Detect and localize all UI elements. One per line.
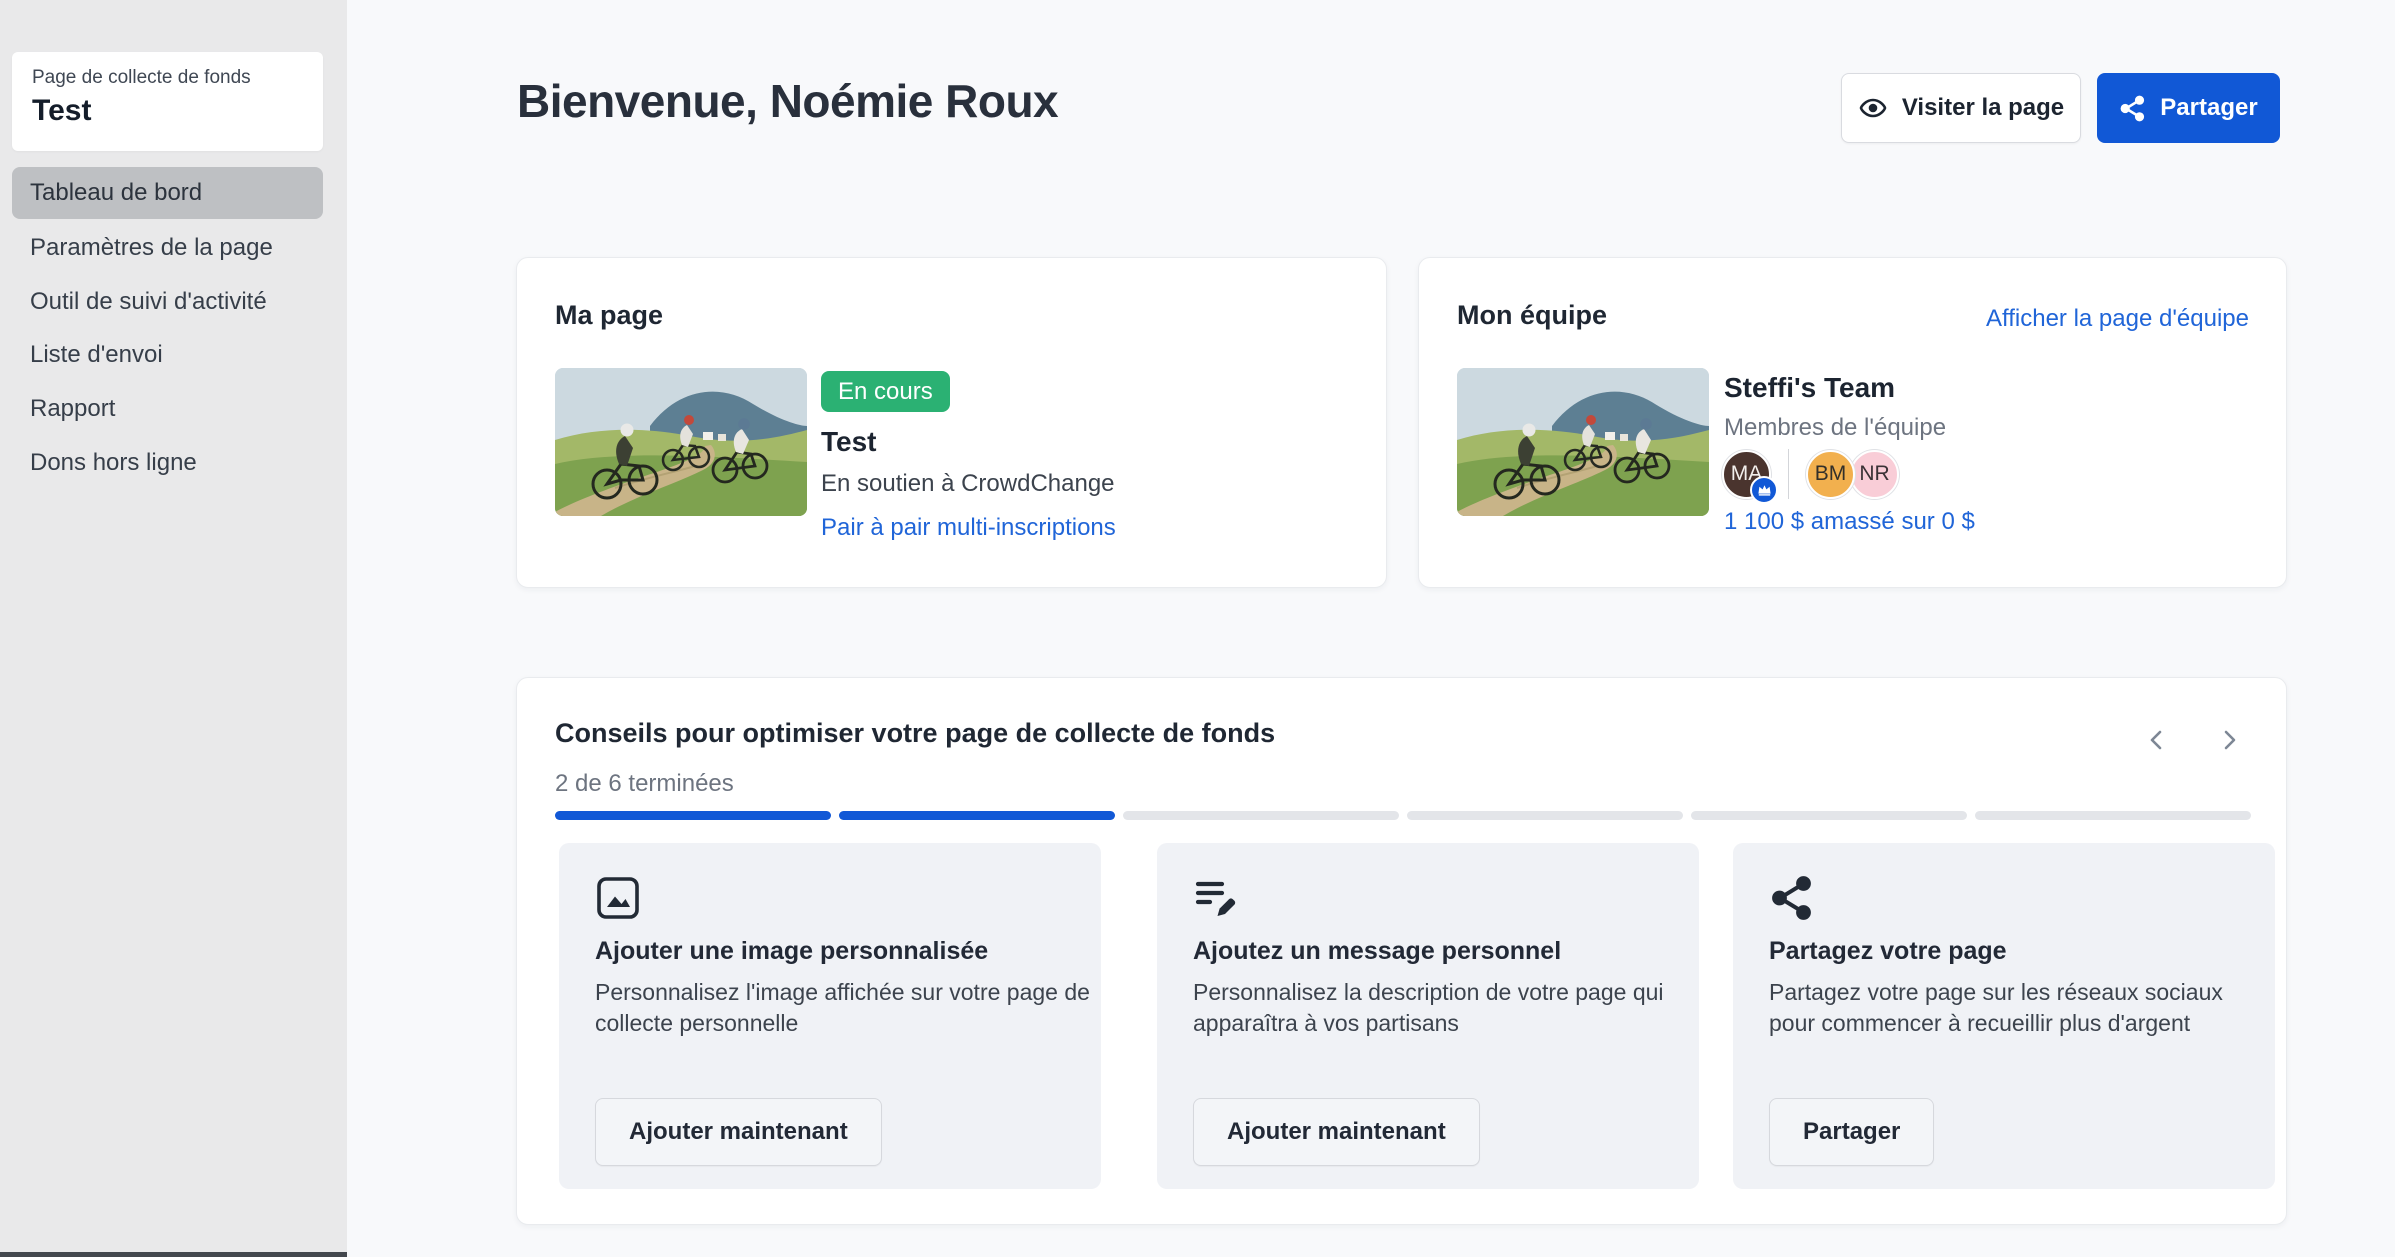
eye-icon (1858, 93, 1888, 123)
my-page-name: Test (821, 426, 877, 458)
sidebar-item-dons-hors-ligne[interactable]: Dons hors ligne (12, 437, 323, 489)
team-members-label: Membres de l'équipe (1724, 414, 1946, 442)
progress-segment (1691, 811, 1967, 820)
fundraising-page-photo (555, 368, 807, 516)
sidebar-item-liste-envoi[interactable]: Liste d'envoi (12, 329, 323, 381)
sidebar-item-label: Paramètres de la page (30, 234, 273, 262)
progress-segment (555, 811, 831, 820)
page-type-link[interactable]: Pair à pair multi-inscriptions (821, 514, 1116, 542)
my-page-card-title: Ma page (555, 300, 663, 331)
team-name: Steffi's Team (1724, 372, 1895, 404)
sidebar-item-suivi-activite[interactable]: Outil de suivi d'activité (12, 276, 323, 328)
tip-card-share-page: Partagez votre page Partagez votre page … (1733, 843, 2275, 1189)
chevron-right-icon[interactable] (2207, 718, 2251, 762)
share-icon (2119, 95, 2146, 122)
share-button[interactable]: Partager (2097, 73, 2280, 143)
sidebar-item-parametres[interactable]: Paramètres de la page (12, 222, 323, 274)
sidebar-item-rapport[interactable]: Rapport (12, 383, 323, 435)
page-title: Bienvenue, Noémie Roux (517, 74, 1058, 128)
progress-segment (839, 811, 1115, 820)
tip-title: Ajouter une image personnalisée (595, 937, 988, 966)
avatar-initials: NR (1859, 462, 1889, 486)
share-icon (1769, 875, 1815, 926)
avatar[interactable]: MA (1722, 450, 1771, 499)
share-button-label: Partager (2160, 94, 2257, 122)
tip-description: Personnalisez l'image affichée sur votre… (595, 977, 1092, 1039)
tips-title: Conseils pour optimiser votre page de co… (555, 718, 1275, 749)
sidebar-item-label: Tableau de bord (30, 179, 202, 207)
tip-title: Ajoutez un message personnel (1193, 937, 1561, 966)
view-team-page-link[interactable]: Afficher la page d'équipe (1986, 305, 2249, 333)
sidebar: Page de collecte de fonds Test Tableau d… (0, 0, 347, 1257)
visit-page-button[interactable]: Visiter la page (1841, 73, 2081, 143)
tips-progress-label: 2 de 6 terminées (555, 770, 734, 798)
tip-description: Partagez votre page sur les réseaux soci… (1769, 977, 2266, 1039)
avatar-initials: BM (1815, 462, 1847, 486)
tip-card-custom-image: Ajouter une image personnalisée Personna… (559, 843, 1101, 1189)
my-page-support-text: En soutien à CrowdChange (821, 470, 1115, 498)
sidebar-bottom-strip (0, 1252, 347, 1257)
tips-progress-bar (555, 811, 2251, 820)
progress-segment (1975, 811, 2251, 820)
tips-card: Conseils pour optimiser votre page de co… (516, 677, 2287, 1225)
avatar[interactable]: BM (1806, 450, 1855, 499)
team-card: Mon équipe Afficher la page d'équipe (1418, 257, 2287, 588)
sidebar-page-name: Test (32, 94, 303, 128)
page-type-label: Page de collecte de fonds (32, 67, 303, 89)
sidebar-item-label: Dons hors ligne (30, 449, 197, 477)
sidebar-item-label: Rapport (30, 395, 115, 423)
avatar[interactable]: NR (1850, 450, 1899, 499)
progress-segment (1407, 811, 1683, 820)
visit-page-label: Visiter la page (1902, 94, 2064, 122)
avatar-divider (1788, 449, 1789, 499)
team-card-title: Mon équipe (1457, 300, 1607, 331)
team-captain-crown-icon (1750, 476, 1778, 504)
status-badge: En cours (821, 371, 950, 412)
add-image-button[interactable]: Ajouter maintenant (595, 1098, 882, 1166)
team-members-avatars: MA BM NR (1722, 446, 1899, 502)
image-icon (595, 875, 641, 926)
message-edit-icon (1193, 875, 1239, 926)
share-page-button[interactable]: Partager (1769, 1098, 1934, 1166)
progress-segment (1123, 811, 1399, 820)
sidebar-item-tableau-de-bord[interactable]: Tableau de bord (12, 167, 323, 219)
chevron-left-icon[interactable] (2135, 718, 2179, 762)
sidebar-item-label: Outil de suivi d'activité (30, 288, 267, 316)
my-page-card: Ma page (516, 257, 1387, 588)
fundraising-page-card: Page de collecte de fonds Test (12, 52, 323, 151)
team-raised-link[interactable]: 1 100 $ amassé sur 0 $ (1724, 508, 1975, 536)
team-page-photo (1457, 368, 1709, 516)
add-message-button[interactable]: Ajouter maintenant (1193, 1098, 1480, 1166)
tip-card-personal-message: Ajoutez un message personnel Personnalis… (1157, 843, 1699, 1189)
tip-title: Partagez votre page (1769, 937, 2007, 966)
tip-description: Personnalisez la description de votre pa… (1193, 977, 1690, 1039)
sidebar-item-label: Liste d'envoi (30, 341, 163, 369)
